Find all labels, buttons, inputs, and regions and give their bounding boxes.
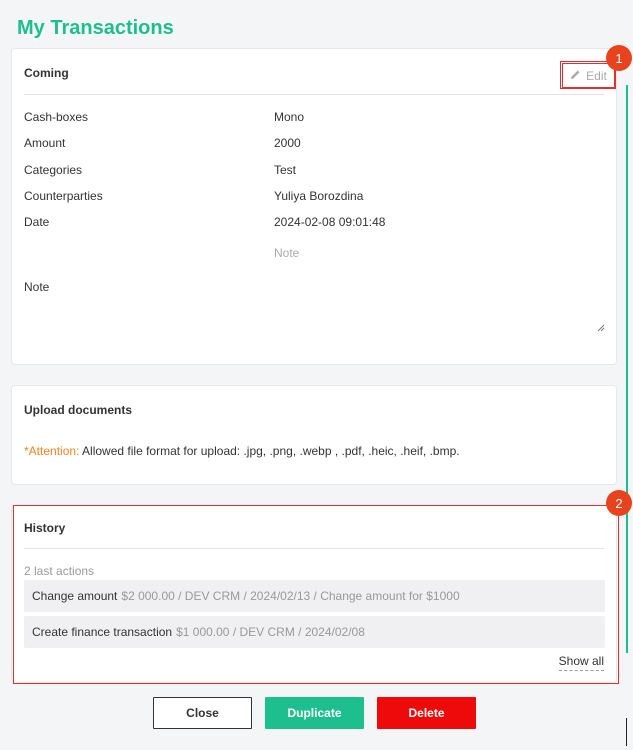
history-action: Change amount [32, 589, 118, 603]
history-card: History 2 last actions Change amount $2 … [11, 505, 617, 683]
edit-label: Edit [586, 68, 607, 83]
edit-button[interactable]: Edit [562, 63, 615, 88]
field-value-counterparties: Yuliya Borozdina [274, 189, 364, 203]
annotation-marker-2: 2 [606, 490, 632, 516]
show-all-link[interactable]: Show all [558, 654, 604, 671]
field-value-amount: 2000 [274, 136, 301, 150]
coming-title: Coming [24, 66, 69, 80]
close-button[interactable]: Close [153, 697, 252, 729]
field-label-cash-boxes: Cash-boxes [24, 110, 89, 124]
field-label-amount: Amount [24, 136, 66, 150]
page-title: My Transactions [17, 17, 174, 39]
field-value-categories: Test [274, 163, 297, 177]
upload-title: Upload documents [24, 403, 133, 417]
pencil-icon [570, 69, 581, 83]
divider [24, 548, 604, 549]
field-label-counterparties: Counterparties [24, 189, 103, 203]
annotation-marker-1: 1 [606, 45, 632, 71]
upload-documents-card: Upload documents *Attention: Allowed fil… [11, 385, 617, 485]
attention-prefix: *Attention: [24, 444, 80, 458]
history-item: Change amount $2 000.00 / DEV CRM / 2024… [24, 580, 605, 612]
note-label: Note [24, 280, 50, 294]
scrollbar[interactable] [626, 85, 628, 653]
history-subtitle: 2 last actions [24, 564, 95, 578]
upload-attention-text: *Attention: Allowed file format for uplo… [24, 444, 460, 458]
field-label-categories: Categories [24, 163, 83, 177]
attention-body: Allowed file format for upload: .jpg, .p… [79, 444, 460, 458]
field-label-date: Date [24, 215, 50, 229]
field-value-date: 2024-02-08 09:01:48 [274, 215, 386, 229]
resize-handle-icon[interactable] [597, 319, 605, 332]
history-item: Create finance transaction $1 000.00 / D… [24, 616, 605, 648]
duplicate-button[interactable]: Duplicate [265, 697, 364, 729]
history-meta: $2 000.00 / DEV CRM / 2024/02/13 / Chang… [121, 589, 460, 603]
history-action: Create finance transaction [32, 625, 173, 639]
coming-card: Coming Edit Cash-boxes Mono Amount 2000 … [11, 48, 617, 365]
text-cursor [626, 718, 627, 746]
history-title: History [24, 521, 66, 535]
history-meta: $1 000.00 / DEV CRM / 2024/02/08 [176, 625, 365, 639]
field-value-cash-boxes: Mono [274, 110, 305, 124]
divider [24, 94, 604, 95]
delete-button[interactable]: Delete [377, 697, 476, 729]
note-textarea-placeholder[interactable]: Note [274, 246, 299, 260]
